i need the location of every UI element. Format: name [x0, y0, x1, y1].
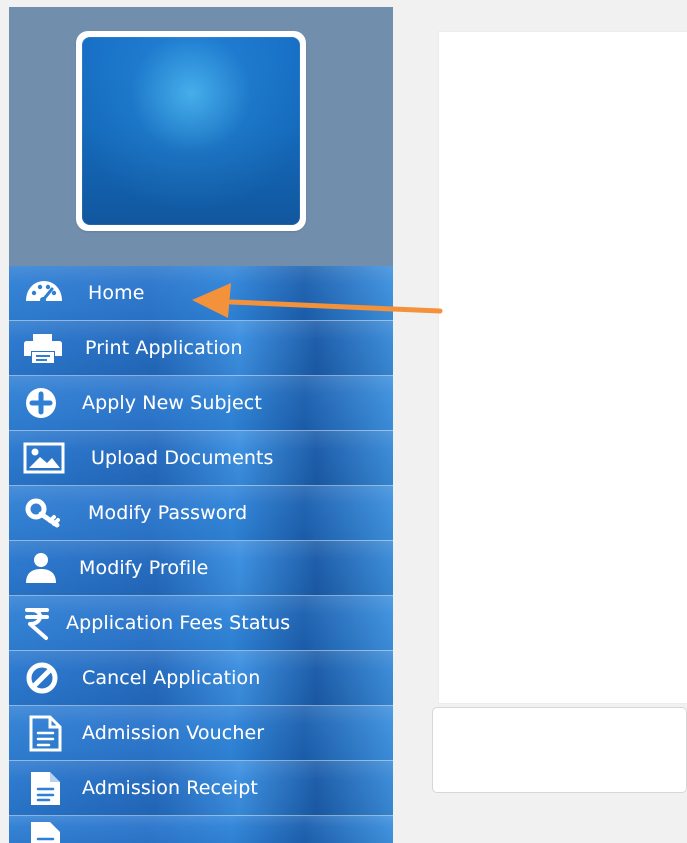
- sidebar-item-label: Home: [88, 282, 145, 304]
- sidebar-item-label: Cancel Application: [82, 667, 261, 689]
- sidebar-item-upload-documents[interactable]: Upload Documents: [9, 431, 393, 486]
- sidebar-item-modify-profile[interactable]: Modify Profile: [9, 541, 393, 596]
- avatar: [76, 31, 306, 231]
- sidebar-item-label: Print Application: [85, 337, 243, 359]
- document-icon: [23, 819, 67, 843]
- footer-card: [432, 707, 687, 793]
- sidebar-item-application-fees-status[interactable]: Application Fees Status: [9, 596, 393, 651]
- sidebar-item-admission-receipt[interactable]: Admission Receipt: [9, 761, 393, 816]
- user-icon: [19, 549, 63, 587]
- cancel-icon: [20, 659, 64, 697]
- sidebar-item-label: Admission Receipt: [82, 777, 258, 799]
- sidebar-item-home[interactable]: Home: [9, 266, 393, 321]
- app-page: Home Print Application Apply New Subject…: [0, 0, 687, 843]
- profile-area: [9, 7, 393, 266]
- printer-icon: [21, 329, 65, 367]
- sidebar-item-cancel-application[interactable]: Cancel Application: [9, 651, 393, 706]
- sidebar: Home Print Application Apply New Subject…: [9, 7, 393, 843]
- sidebar-item-modify-password[interactable]: Modify Password: [9, 486, 393, 541]
- profile-image-placeholder: [82, 37, 300, 225]
- sidebar-item-label: Modify Password: [88, 502, 248, 524]
- key-icon: [23, 494, 67, 532]
- sidebar-item-label: Admission Voucher: [82, 722, 265, 744]
- sidebar-item-label: Upload Documents: [91, 447, 274, 469]
- sidebar-item-admission-voucher[interactable]: Admission Voucher: [9, 706, 393, 761]
- receipt-icon: [23, 769, 67, 807]
- sidebar-menu: Home Print Application Apply New Subject…: [9, 266, 393, 843]
- rupee-icon: [15, 604, 59, 642]
- sidebar-item-label: Application Fees Status: [66, 612, 291, 634]
- sidebar-item-partial[interactable]: [9, 816, 393, 843]
- sidebar-item-print-application[interactable]: Print Application: [9, 321, 393, 376]
- sidebar-item-label: Apply New Subject: [82, 392, 262, 414]
- dashboard-icon: [22, 274, 66, 312]
- add-circle-icon: [19, 384, 63, 422]
- main-content-card: [439, 32, 687, 703]
- sidebar-item-apply-new-subject[interactable]: Apply New Subject: [9, 376, 393, 431]
- image-icon: [22, 439, 66, 477]
- sidebar-item-label: Modify Profile: [79, 557, 209, 579]
- document-icon: [23, 714, 67, 752]
